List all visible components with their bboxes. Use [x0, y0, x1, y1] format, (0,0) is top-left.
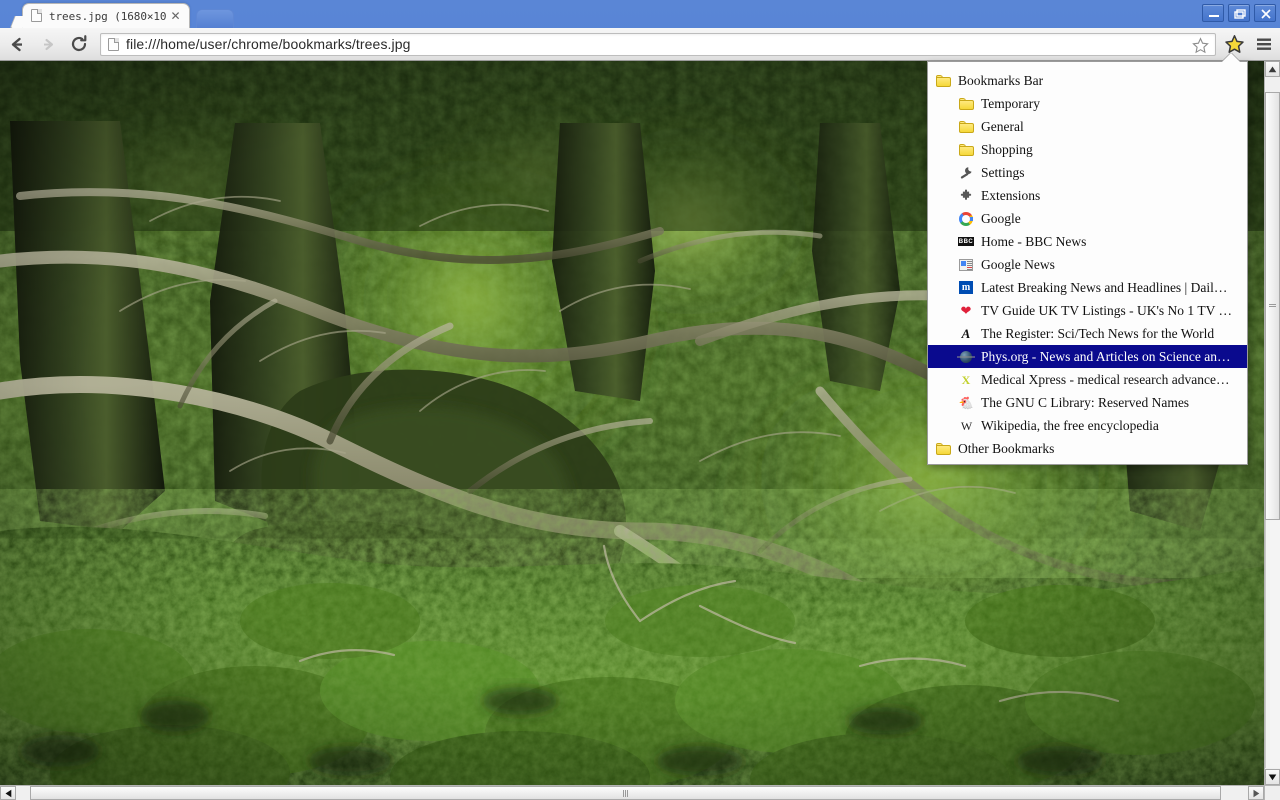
scrollbar-grip [1269, 303, 1276, 308]
bookmark-menu-item[interactable]: m Latest Breaking News and Headlines | Da… [928, 276, 1247, 299]
omnibox[interactable]: file:///home/user/chrome/bookmarks/trees… [100, 32, 1216, 56]
bookmark-menu-item-label: The Register: Sci/Tech News for the Worl… [981, 325, 1215, 341]
wrench-icon [958, 165, 974, 181]
back-button[interactable] [3, 30, 31, 58]
puzzle-piece-icon [958, 188, 974, 204]
horizontal-scrollbar-thumb[interactable] [30, 786, 1222, 800]
bookmark-menu-item-label: Bookmarks Bar [958, 72, 1044, 88]
bookmark-menu-item-label: Medical Xpress - medical research advanc… [981, 371, 1230, 387]
bookmark-menu-item[interactable]: General [928, 115, 1247, 138]
browser-window: trees.jpg (1680×1050) ✕ [0, 0, 1280, 800]
register-a-icon: A [961, 326, 971, 341]
window-minimize-button[interactable] [1202, 4, 1224, 22]
forward-button[interactable] [34, 30, 62, 58]
bookmark-menu-item-label: Google [981, 210, 1021, 226]
window-controls [1202, 3, 1276, 23]
heart-icon: ❤ [960, 303, 972, 318]
bookmark-menu-item[interactable]: ❤ TV Guide UK TV Listings - UK's No 1 TV … [928, 299, 1247, 322]
bookmark-menu-item-label: TV Guide UK TV Listings - UK's No 1 TV … [981, 302, 1232, 318]
bookmark-menu-item-label: Home - BBC News [981, 233, 1087, 249]
bookmark-menu-item[interactable]: Settings [928, 161, 1247, 184]
scrollbar-corner [1264, 785, 1280, 800]
vertical-scrollbar-thumb[interactable] [1265, 91, 1280, 520]
bookmarks-dropdown-menu[interactable]: Bookmarks Bar Temporary General Shopping Set… [927, 61, 1248, 465]
omnibox-url-text: file:///home/user/chrome/bookmarks/trees… [126, 36, 411, 52]
bookmark-menu-item[interactable]: X Medical Xpress - medical research advan… [928, 368, 1247, 391]
gnu-head-icon: 🐔 [958, 395, 974, 410]
folder-icon [935, 441, 951, 457]
wikipedia-w-icon: W [960, 418, 972, 433]
chrome-menu-hamburger-icon[interactable] [1250, 30, 1278, 58]
tab-strip: trees.jpg (1680×1050) ✕ [0, 0, 1280, 28]
scroll-left-arrow-icon[interactable] [0, 786, 16, 800]
bookmark-menu-item[interactable]: Shopping [928, 138, 1247, 161]
bbc-icon: BBC [958, 237, 974, 246]
new-tab-button[interactable] [196, 9, 234, 28]
globe-icon [957, 349, 975, 365]
bookmark-menu-item[interactable]: A The Register: Sci/Tech News for the Wor… [928, 322, 1247, 345]
bookmark-menu-item-label: The GNU C Library: Reserved Names [981, 394, 1190, 410]
scroll-down-arrow-icon[interactable] [1265, 769, 1280, 785]
medical-x-icon: X [961, 372, 971, 387]
bookmark-menu-item[interactable]: 🐔 The GNU C Library: Reserved Names [928, 391, 1247, 414]
bookmark-menu-item[interactable]: Extensions [928, 184, 1247, 207]
bookmark-menu-item-label: Extensions [981, 187, 1041, 203]
horizontal-scrollbar[interactable] [0, 785, 1264, 800]
omnibox-page-document-icon [108, 37, 119, 51]
vertical-scrollbar[interactable] [1264, 61, 1280, 785]
bookmark-menu-item[interactable]: Google [928, 207, 1247, 230]
folder-icon [958, 96, 974, 112]
reload-button[interactable] [65, 30, 93, 58]
bookmark-menu-item[interactable]: Other Bookmarks [928, 437, 1247, 460]
bookmark-menu-item-label: Temporary [981, 95, 1041, 111]
bookmark-menu-item-label: Wikipedia, the free encyclopedia [981, 417, 1159, 433]
scroll-up-arrow-icon[interactable] [1265, 61, 1280, 77]
tab-title: trees.jpg (1680×1050) [49, 9, 167, 23]
bookmarks-menu-notch-arrow [1222, 53, 1240, 62]
bookmark-menu-item[interactable]: Temporary [928, 92, 1247, 115]
vertical-scrollbar-track[interactable] [1265, 519, 1280, 768]
google-news-icon [958, 257, 974, 273]
bookmark-menu-item-label: Settings [981, 164, 1025, 180]
bookmark-star-outline-icon[interactable] [1192, 36, 1209, 54]
google-g-icon [958, 211, 974, 227]
bookmark-menu-item[interactable]: Phys.org - News and Articles on Science … [928, 345, 1247, 368]
tab-close-icon[interactable]: ✕ [169, 10, 182, 23]
bookmark-menu-item-label: Google News [981, 256, 1055, 272]
window-close-button[interactable] [1254, 4, 1276, 22]
bookmark-menu-item[interactable]: Bookmarks Bar [928, 69, 1247, 92]
tab-favicon-document-icon [31, 9, 43, 23]
bookmark-menu-item-label: General [981, 118, 1024, 134]
bookmark-menu-item-label: Phys.org - News and Articles on Science … [981, 348, 1231, 364]
bookmark-menu-item-label: Latest Breaking News and Headlines | Dai… [981, 279, 1228, 295]
browser-toolbar: file:///home/user/chrome/bookmarks/trees… [0, 28, 1280, 61]
bookmark-menu-item-label: Other Bookmarks [958, 440, 1055, 456]
bookmark-menu-item[interactable]: W Wikipedia, the free encyclopedia [928, 414, 1247, 437]
bookmark-menu-item-label: Shopping [981, 141, 1033, 157]
bookmark-menu-item[interactable]: Google News [928, 253, 1247, 276]
bookmark-menu-item[interactable]: BBC Home - BBC News [928, 230, 1247, 253]
tab-trees-jpg[interactable]: trees.jpg (1680×1050) ✕ [22, 3, 190, 28]
scroll-right-arrow-icon[interactable] [1248, 786, 1264, 800]
daily-mail-icon: m [958, 280, 974, 296]
folder-icon [958, 119, 974, 135]
folder-icon [958, 142, 974, 158]
window-restore-button[interactable] [1228, 4, 1250, 22]
scrollbar-grip [623, 789, 629, 797]
folder-icon [935, 73, 951, 89]
